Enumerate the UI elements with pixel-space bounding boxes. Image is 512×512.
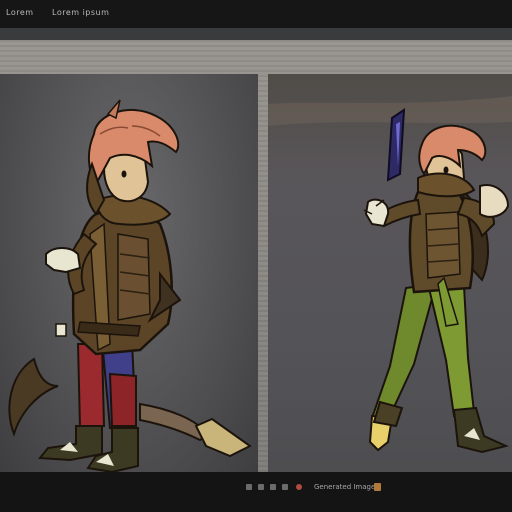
left-character-illustration [8,99,252,474]
left-image-panel[interactable] [0,74,258,484]
right-character-illustration [268,96,512,454]
title-bar: Lorem Lorem ipsum [0,0,512,28]
grid-icon[interactable] [270,484,276,490]
artboard [0,40,512,497]
toolbar-strip [0,28,512,40]
record-icon[interactable] [296,484,302,490]
bookmark-icon[interactable] [246,484,252,490]
share-icon[interactable] [258,484,264,490]
save-icon[interactable] [374,483,381,491]
title-left-text: Lorem [6,8,34,17]
footer-bar [0,472,512,512]
footer-label: Generated Images [314,483,379,491]
right-image-panel[interactable] [268,74,512,484]
expand-icon[interactable] [282,484,288,490]
title-right-text: Lorem ipsum [52,8,110,17]
